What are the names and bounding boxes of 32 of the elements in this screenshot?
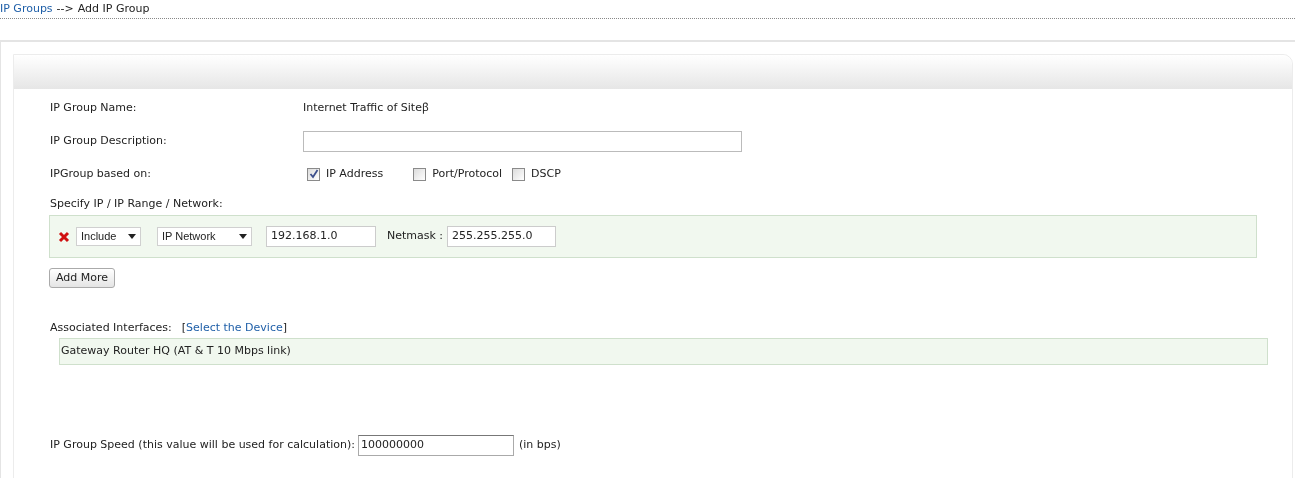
field-label: IP Group Speed (this value will be used for calculation): <box>50 436 355 453</box>
mode-dropdown[interactable]: Include <box>76 227 141 246</box>
interface-item: Gateway Router HQ (AT & T 10 Mbps link) <box>61 343 291 360</box>
bracket: ] <box>282 319 287 336</box>
speed-field[interactable]: 100000000 <box>357 434 514 456</box>
select-device-link[interactable]: Select the Device <box>186 319 283 337</box>
bracket: [ <box>181 319 187 336</box>
caret-icon <box>239 234 247 239</box>
add-more-button[interactable]: Add More <box>49 268 116 288</box>
field-label: IP Group Description: <box>50 132 168 149</box>
delete-icon[interactable] <box>58 230 70 243</box>
netmask-label: Netmask : <box>387 228 444 245</box>
breadcrumb-current: Add IP Group <box>77 0 150 17</box>
field-label: IPGroup based on: <box>50 165 152 182</box>
checkbox[interactable] <box>307 167 320 181</box>
description-field[interactable] <box>303 130 742 152</box>
field-label: Associated Interfaces: <box>50 319 172 336</box>
checkbox-label: IP Address <box>326 165 384 182</box>
checkbox-label: Port/Protocol <box>432 165 503 182</box>
caret-icon <box>128 234 136 239</box>
netmask-field[interactable]: 255.255.255.0 <box>447 226 557 247</box>
group-name-value: Internet Traffic of Siteꞵ <box>303 99 429 116</box>
breadcrumb-separator: --> <box>56 0 74 17</box>
address-field[interactable]: 192.168.1.0 <box>266 226 376 247</box>
checkbox-label: DSCP <box>531 165 561 182</box>
type-dropdown[interactable]: IP Network <box>157 227 252 246</box>
checkbox[interactable] <box>512 167 526 181</box>
field-label: IP Group Name: <box>50 99 138 116</box>
unit-label: (in bps) <box>518 436 561 453</box>
breadcrumb-link[interactable]: IP Groups <box>0 0 53 18</box>
field-label: Specify IP / IP Range / Network: <box>50 195 223 212</box>
checkbox[interactable] <box>413 167 427 181</box>
